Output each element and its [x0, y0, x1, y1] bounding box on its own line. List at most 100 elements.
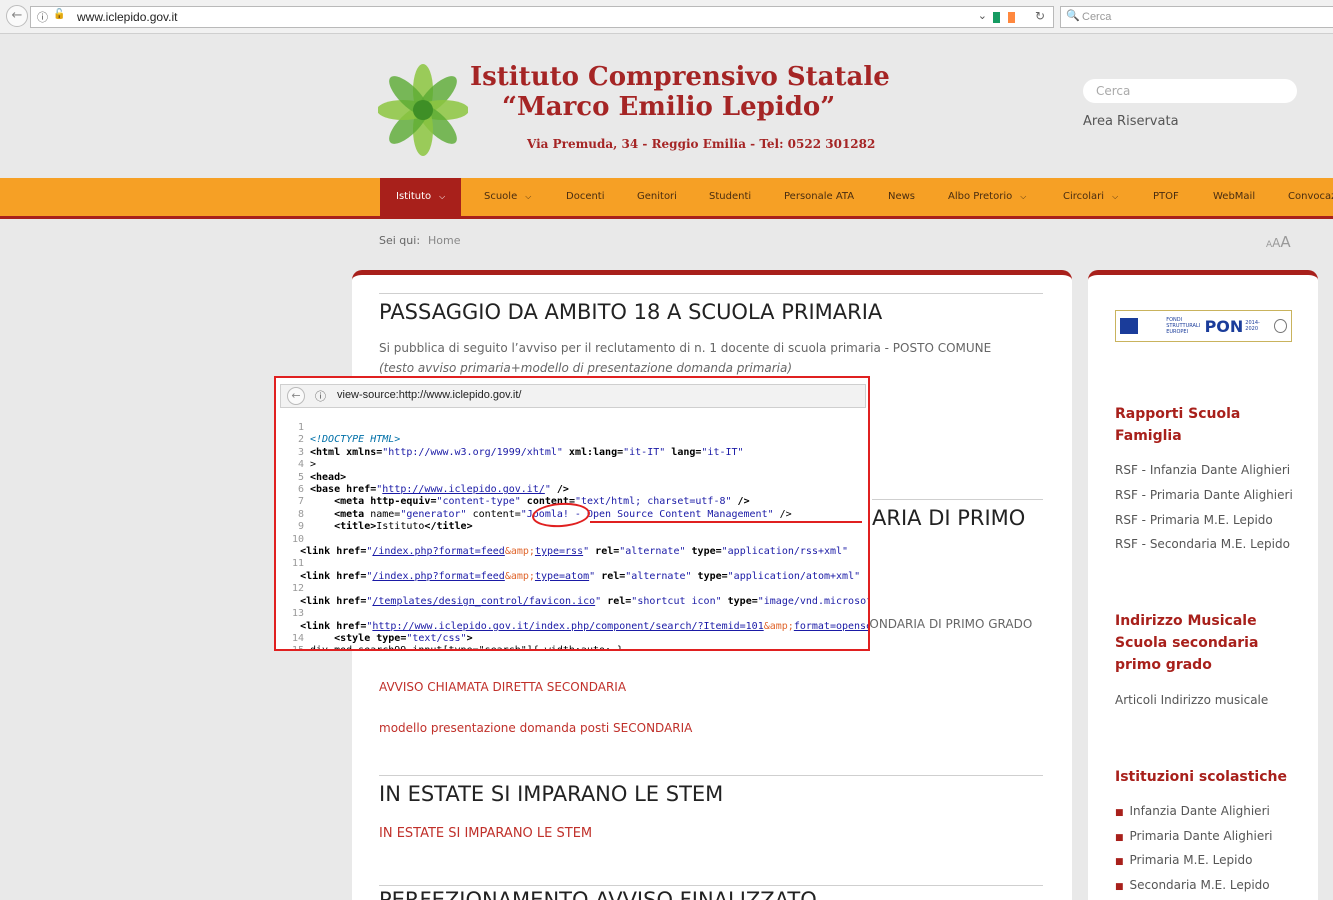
divider	[379, 293, 1043, 294]
source-code: 1 2 <!DOCTYPE HTML> 3 <html xmlns="http://ww…	[276, 422, 870, 651]
line-code: <!DOCTYPE HTML>	[310, 434, 401, 446]
line-code: <meta http-equiv="content-type" content=…	[334, 496, 750, 508]
article-text: Si pubblica di seguito l’avviso per il r…	[379, 341, 992, 355]
line-number: 7	[297, 496, 304, 508]
nav-item-ptof[interactable]: PTOF	[1153, 178, 1179, 216]
view-source-url[interactable]: view-source:http://www.iclepido.gov.it/	[337, 389, 521, 401]
line-number: 6	[297, 484, 304, 496]
sidebar-list-item[interactable]: ■ Infanzia Dante Alighieri	[1115, 804, 1270, 818]
breadcrumb-home-link[interactable]: Home	[428, 234, 460, 247]
nav-item-istituto[interactable]: Istituto ⌵	[380, 178, 462, 216]
right-sidebar: FONDI STRUTTURALI EUROPEI PON 2014-2020 …	[1088, 270, 1318, 900]
divider	[872, 499, 1043, 500]
line-code: <style type="text/css">	[334, 632, 473, 644]
line-number: 11	[291, 558, 304, 570]
nav-item-docenti[interactable]: Docenti	[566, 178, 605, 216]
browser-search-box[interactable]: 🔍 Cerca	[1060, 6, 1333, 28]
reload-icon[interactable]: ↻	[1035, 9, 1045, 23]
emblem-icon	[1274, 319, 1287, 333]
nav-item-circolari[interactable]: Circolari ⌵	[1063, 178, 1118, 216]
chevron-down-icon[interactable]: ⌄	[978, 9, 987, 22]
bullet-icon: ■	[1115, 833, 1124, 843]
back-arrow-icon[interactable]: ←	[6, 5, 28, 27]
nav-item-genitori[interactable]: Genitori	[637, 178, 677, 216]
line-code: <link href="/index.php?format=feed&amp;t…	[300, 570, 861, 582]
nav-item-personale-ata[interactable]: Personale ATA	[784, 178, 854, 216]
main-nav: Istituto ⌵ Scuole ⌵ Docenti Genitori Stude…	[0, 178, 1333, 219]
article-title-partial[interactable]: ARIA DI PRIMO	[872, 506, 1025, 530]
line-number: 9	[297, 521, 304, 533]
line-code: <base href="http://www.iclepido.gov.it/"…	[310, 484, 569, 496]
info-icon[interactable]: ⓘ	[37, 9, 48, 25]
source-line: 1	[276, 422, 868, 434]
line-number: 5	[297, 471, 304, 483]
nav-item-news[interactable]: News	[888, 178, 915, 216]
source-line: 11 <link href="/index.php?format=feed&am…	[276, 558, 868, 583]
line-number: 4	[297, 459, 304, 471]
article-text-partial: CONDARIA DI PRIMO GRADO	[861, 617, 1033, 631]
avviso-secondaria-link[interactable]: AVVISO CHIAMATA DIRETTA SECONDARIA	[379, 680, 626, 694]
nav-item-albo-pretorio[interactable]: Albo Pretorio ⌵	[948, 178, 1026, 216]
line-code: <link href="http://www.iclepido.gov.it/i…	[300, 620, 868, 632]
sidebar-link[interactable]: RSF - Primaria Dante Alighieri	[1115, 488, 1293, 502]
browser-search-placeholder: Cerca	[1082, 11, 1112, 23]
font-large-button[interactable]: A	[1280, 233, 1290, 251]
line-number: 1	[297, 422, 304, 433]
site-title-line2[interactable]: “Marco Emilio Lepido”	[502, 92, 835, 122]
view-source-address-bar[interactable]: ← ⓘ view-source:http://www.iclepido.gov.…	[280, 384, 866, 408]
line-number: 8	[297, 508, 304, 520]
modello-domanda-link[interactable]: modello presentazione domanda posti SECO…	[379, 721, 692, 735]
source-line: 13 <link href="http://www.iclepido.gov.i…	[276, 608, 868, 633]
breadcrumb: Sei qui: Home	[379, 234, 461, 247]
divider	[379, 885, 1043, 886]
ireland-flag-icon[interactable]	[993, 12, 1015, 23]
pon-banner[interactable]: FONDI STRUTTURALI EUROPEI PON 2014-2020	[1115, 310, 1292, 342]
source-line: 6 <base href="http://www.iclepido.gov.it/…	[276, 484, 868, 496]
info-icon[interactable]: ⓘ	[315, 388, 326, 404]
line-code: <link href="/index.php?format=feed&amp;t…	[300, 546, 849, 558]
sidebar-link[interactable]: RSF - Infanzia Dante Alighieri	[1115, 463, 1290, 477]
article-title[interactable]: PERFEZIONAMENTO AVVISO FINALIZZATO	[379, 888, 817, 900]
site-address: Via Premuda, 34 - Reggio Emilia - Tel: 0…	[527, 137, 876, 151]
school-logo-icon[interactable]	[378, 64, 468, 156]
address-bar[interactable]: ⓘ 🔓 www.iclepido.gov.it ⌄ ↻	[30, 6, 1054, 28]
stem-link[interactable]: IN ESTATE SI IMPARANO LE STEM	[379, 826, 592, 841]
insecure-lock-icon[interactable]: 🔓	[53, 9, 65, 20]
source-line: 5 <head>	[276, 471, 868, 484]
divider	[379, 775, 1043, 776]
url-text[interactable]: www.iclepido.gov.it	[77, 10, 178, 24]
source-line: 12 <link href="/templates/design_control…	[276, 583, 870, 608]
article-title[interactable]: PASSAGGIO DA AMBITO 18 A SCUOLA PRIMARIA	[379, 300, 882, 324]
highlight-underline	[590, 521, 862, 523]
sidebar-list-item[interactable]: ■ Secondaria M.E. Lepido	[1115, 878, 1270, 892]
back-arrow-icon[interactable]: ←	[287, 387, 305, 405]
nav-item-convocazioni[interactable]: Convocaz	[1288, 178, 1333, 216]
line-number: 14	[291, 632, 304, 644]
chevron-down-icon: ⌵	[1112, 192, 1119, 201]
source-line: 14 <style type="text/css">	[276, 632, 868, 645]
line-code: <link href="/templates/design_control/fa…	[300, 595, 870, 607]
bullet-icon: ■	[1115, 882, 1124, 892]
sidebar-link[interactable]: RSF - Secondaria M.E. Lepido	[1115, 537, 1290, 551]
site-search-input[interactable]: Cerca	[1083, 79, 1297, 103]
nav-item-scuole[interactable]: Scuole ⌵	[484, 178, 531, 216]
site-title-line1[interactable]: Istituto Comprensivo Statale	[470, 62, 890, 92]
nav-item-webmail[interactable]: WebMail	[1213, 178, 1255, 216]
area-riservata-link[interactable]: Area Riservata	[1083, 114, 1179, 129]
institutions-heading: Istituzioni scolastiche	[1115, 769, 1287, 785]
chevron-down-icon: ⌵	[525, 192, 532, 201]
sidebar-list-item[interactable]: ■ Primaria M.E. Lepido	[1115, 853, 1252, 867]
rsf-heading: Rapporti Scuola Famiglia	[1115, 406, 1241, 444]
sidebar-link[interactable]: RSF - Primaria M.E. Lepido	[1115, 513, 1273, 527]
chevron-down-icon: ⌵	[439, 192, 446, 201]
nav-item-studenti[interactable]: Studenti	[709, 178, 751, 216]
line-code: <html xmlns="http://www.w3.org/1999/xhtm…	[310, 446, 744, 458]
bullet-icon: ■	[1115, 857, 1124, 867]
sidebar-link[interactable]: Articoli Indirizzo musicale	[1115, 693, 1268, 707]
line-number: 12	[291, 583, 304, 595]
line-code: div.mod_search99 input[type="search"]{ w…	[310, 645, 624, 651]
source-line: 4 >	[276, 459, 868, 471]
source-line: 10 <link href="/index.php?format=feed&am…	[276, 534, 868, 559]
sidebar-list-item[interactable]: ■ Primaria Dante Alighieri	[1115, 829, 1272, 843]
article-title[interactable]: IN ESTATE SI IMPARANO LE STEM	[379, 782, 723, 806]
